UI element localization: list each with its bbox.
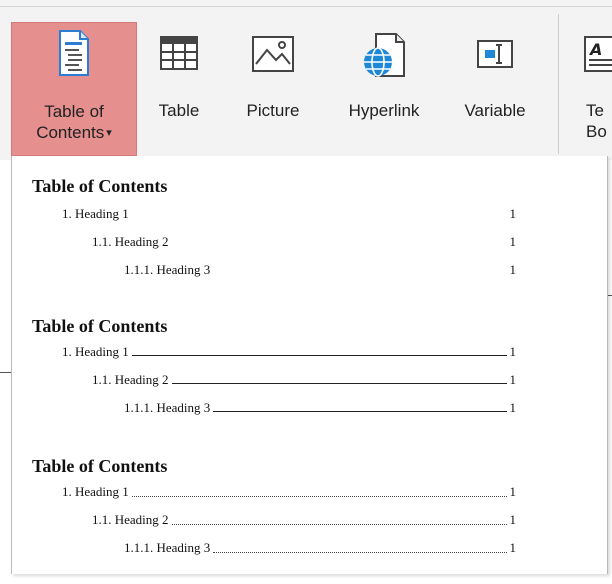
toc-entry-level2: 1.1. Heading 21 xyxy=(92,234,516,249)
textbox-label-line1: Te xyxy=(586,101,604,120)
textbox-label-line2: Bo xyxy=(586,122,607,141)
text-box-button[interactable]: A Te Bo xyxy=(576,22,612,156)
ribbon-group-separator xyxy=(558,14,559,154)
table-of-contents-button[interactable]: Table of Contents ▾ xyxy=(11,22,137,156)
toc-title: Table of Contents xyxy=(32,176,168,196)
variable-label: Variable xyxy=(464,101,526,120)
toc-style-no-leader[interactable]: Table of Contents 1. Heading 11 1.1. Hea… xyxy=(12,176,607,304)
table-icon xyxy=(160,36,198,75)
document-toc-icon xyxy=(58,29,90,77)
table-button[interactable]: Table xyxy=(145,22,213,156)
ribbon-top-border xyxy=(0,6,612,7)
toc-entry-level3: 1.1.1. Heading 31 xyxy=(124,400,516,415)
svg-text:A: A xyxy=(588,40,602,59)
hyperlink-button[interactable]: Hyperlink xyxy=(333,22,435,156)
toc-entry-level1: 1. Heading 11 xyxy=(62,206,516,221)
toc-style-solid-leader[interactable]: Table of Contents 1. Heading 11 1.1. Hea… xyxy=(12,316,607,444)
toc-entry-level3: 1.1.1. Heading 31 xyxy=(124,262,516,277)
chevron-down-icon: ▾ xyxy=(106,127,112,140)
toc-style-dotted-leader[interactable]: Table of Contents 1. Heading 11 1.1. Hea… xyxy=(12,456,607,584)
insert-ribbon: Table of Contents ▾ Table Picture Hyperl… xyxy=(0,0,612,160)
document-edge-right xyxy=(608,295,612,296)
picture-label: Picture xyxy=(246,101,300,120)
variable-button[interactable]: Variable xyxy=(449,22,541,156)
hyperlink-label: Hyperlink xyxy=(348,101,420,120)
toc-title: Table of Contents xyxy=(32,456,168,476)
document-edge-left xyxy=(0,372,11,373)
globe-document-icon xyxy=(362,32,406,83)
toc-title: Table of Contents xyxy=(32,316,168,336)
toc-entry-level1: 1. Heading 11 xyxy=(62,484,516,499)
toc-entry-level1: 1. Heading 11 xyxy=(62,344,516,359)
variable-field-icon xyxy=(477,40,513,73)
toc-label-line2: Contents xyxy=(36,123,105,142)
toc-entry-level2: 1.1. Heading 21 xyxy=(92,512,516,527)
picture-icon xyxy=(252,36,294,77)
picture-button[interactable]: Picture xyxy=(235,22,311,156)
toc-entry-level3: 1.1.1. Heading 31 xyxy=(124,540,516,555)
table-label: Table xyxy=(158,101,200,120)
textbox-icon: A xyxy=(584,36,612,77)
toc-style-gallery: Table of Contents 1. Heading 11 1.1. Hea… xyxy=(11,156,608,574)
toc-entry-level2: 1.1. Heading 21 xyxy=(92,372,516,387)
toc-label-line1: Table of xyxy=(44,102,104,121)
